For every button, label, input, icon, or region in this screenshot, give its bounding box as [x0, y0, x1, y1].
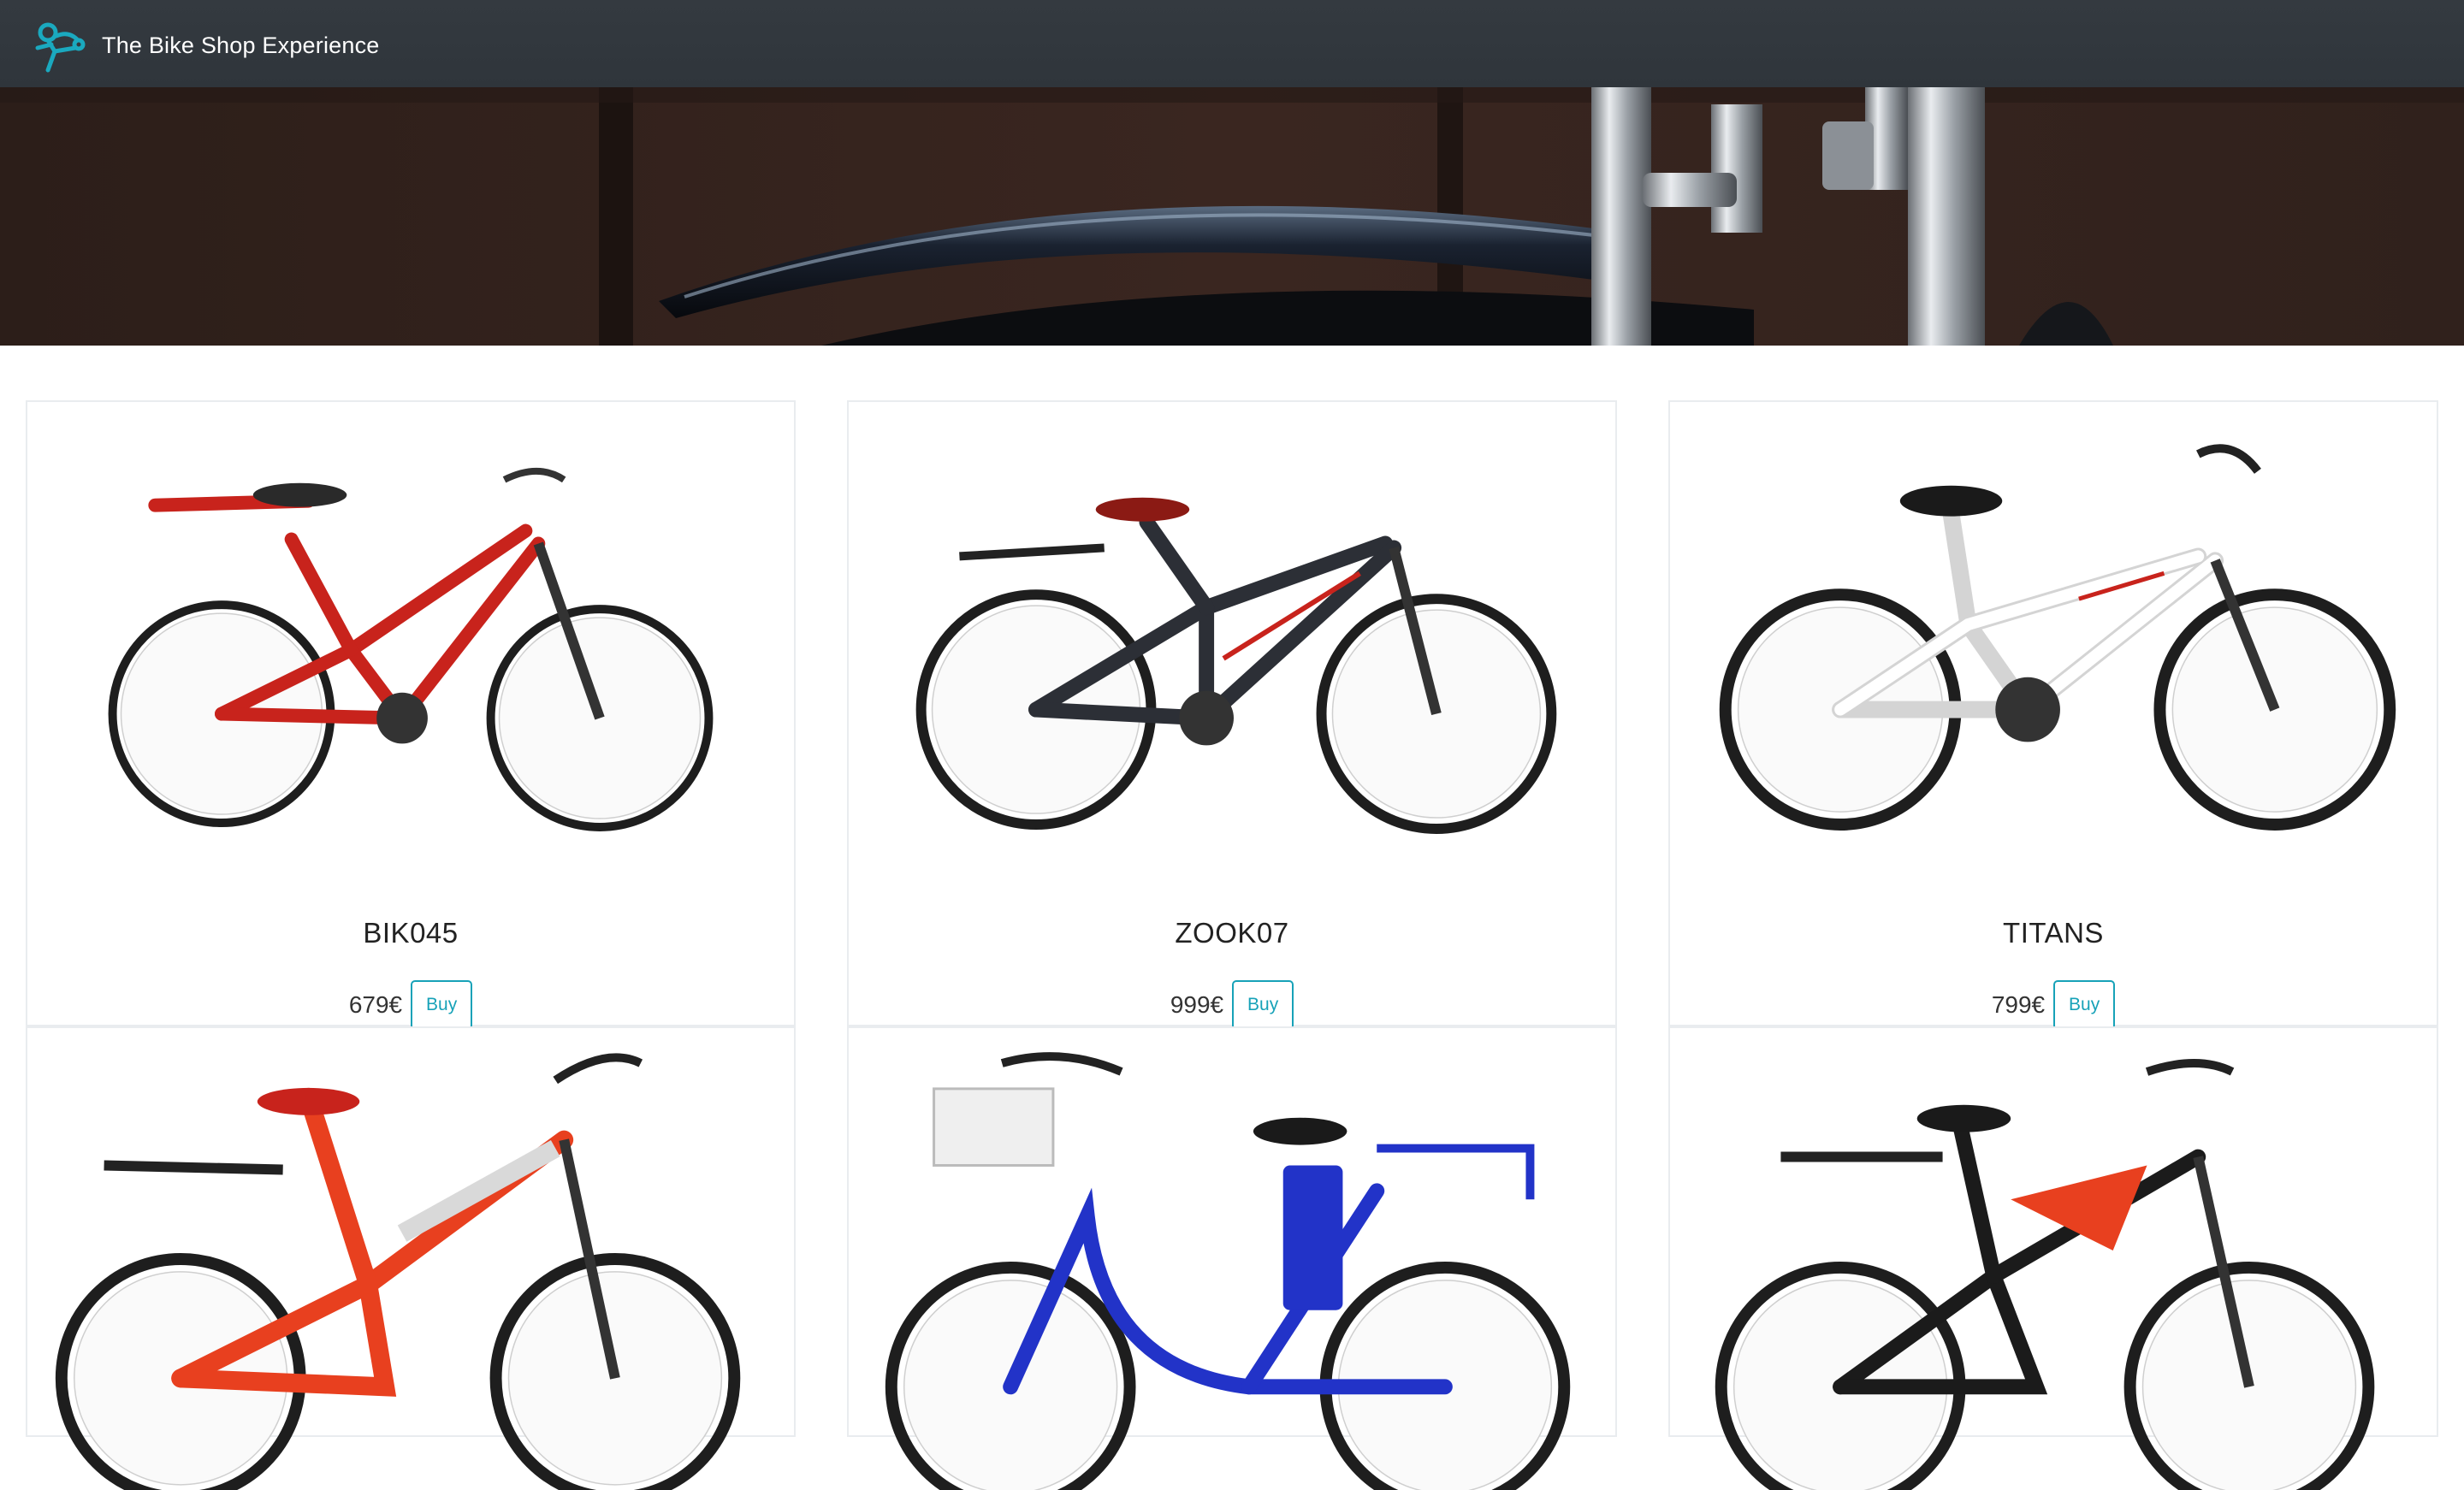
product-image[interactable] — [27, 1028, 794, 1490]
price-row: 799€ Buy — [1670, 980, 2437, 1030]
product-card — [847, 1026, 1617, 1490]
navbar: The Bike Shop Experience — [0, 0, 2464, 87]
product-card: TITANS 799€ Buy — [1668, 400, 2438, 1030]
product-image[interactable] — [27, 402, 794, 864]
buy-button[interactable]: Buy — [411, 980, 473, 1030]
buy-button[interactable]: Buy — [2053, 980, 2116, 1030]
cyclist-logo-icon[interactable] — [31, 14, 91, 75]
product-card: ZOOK07 999€ Buy — [847, 400, 1617, 1030]
product-price: 999€ — [1170, 991, 1224, 1018]
product-image[interactable] — [1670, 402, 2437, 864]
product-image[interactable] — [1670, 1028, 2437, 1490]
product-name: BIK045 — [363, 917, 459, 949]
hero-banner-image — [0, 87, 2464, 346]
product-image[interactable] — [849, 402, 1615, 864]
price-row: 999€ Buy — [849, 980, 1615, 1030]
product-price: 799€ — [1991, 991, 2046, 1018]
product-price: 679€ — [348, 991, 403, 1018]
product-name: ZOOK07 — [1175, 917, 1289, 949]
product-image[interactable] — [849, 1028, 1615, 1490]
bike-frame — [1833, 1115, 2206, 1395]
brand-name[interactable]: The Bike Shop Experience — [102, 33, 380, 59]
product-card: BIK045 679€ Buy — [26, 400, 796, 1030]
price-row: 679€ Buy — [27, 980, 794, 1030]
product-name: TITANS — [2003, 917, 2104, 949]
product-card — [1668, 1026, 2438, 1490]
buy-button[interactable]: Buy — [1232, 980, 1294, 1030]
product-card — [26, 1026, 796, 1490]
